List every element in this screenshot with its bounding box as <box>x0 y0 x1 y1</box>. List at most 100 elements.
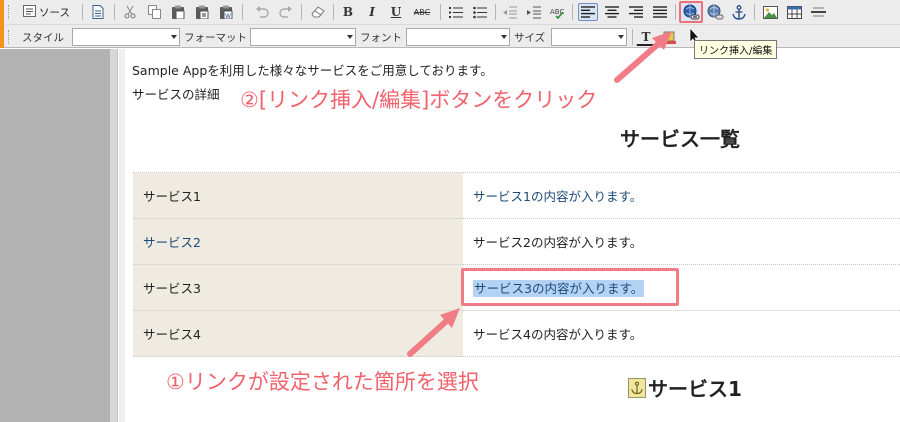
paste-word-button[interactable]: W <box>216 3 236 21</box>
undo-button[interactable] <box>252 3 272 21</box>
table-row: サービス3 サービス3の内容が入ります。 <box>133 264 900 311</box>
source-button[interactable]: ソース <box>20 3 73 21</box>
table-row: サービス4 サービス4の内容が入ります。 <box>133 310 900 357</box>
numbered-list-button[interactable] <box>446 3 466 21</box>
bulleted-list-button[interactable] <box>470 3 490 21</box>
text-color-icon: T <box>641 29 651 44</box>
align-right-icon <box>629 6 643 18</box>
undo-icon <box>256 6 269 18</box>
chevron-down-icon <box>501 35 507 39</box>
horizontal-rule-button[interactable] <box>808 3 828 21</box>
bold-button[interactable]: B <box>338 3 358 21</box>
redo-icon <box>279 6 292 18</box>
toolbar-separator <box>632 29 633 45</box>
cut-button[interactable] <box>120 3 140 21</box>
italic-button[interactable]: I <box>362 3 382 21</box>
toolbar-separator <box>301 4 302 20</box>
anchor-button[interactable] <box>729 3 749 21</box>
indent-icon <box>527 6 541 18</box>
insert-link-button[interactable] <box>679 1 703 23</box>
size-label: サイズ <box>514 32 546 44</box>
style-label: スタイル <box>22 32 64 44</box>
anchor-marker-icon[interactable] <box>628 377 646 398</box>
intro-line-1[interactable]: Sample Appを利用した様々なサービスをご用意しております。 <box>132 60 493 79</box>
selected-link-text[interactable]: サービス3の内容が入ります。 <box>473 280 645 297</box>
numbered-list-icon <box>449 6 463 18</box>
paste-button[interactable] <box>168 3 188 21</box>
service-name-cell[interactable]: サービス3 <box>133 264 463 311</box>
toolbar-separator <box>440 4 441 20</box>
step-1-annotation: ①リンクが設定された箇所を選択 <box>162 368 483 396</box>
service-name-cell[interactable]: サービス4 <box>133 310 463 357</box>
bulleted-list-icon <box>473 6 487 18</box>
underline-icon: U <box>390 5 402 19</box>
toolbar-separator <box>572 4 573 20</box>
toolbar-separator <box>114 4 115 20</box>
underline-button[interactable]: U <box>386 3 406 21</box>
service-desc-cell[interactable]: サービス4の内容が入ります。 <box>463 310 900 357</box>
format-select[interactable] <box>250 28 356 46</box>
copy-icon <box>147 5 161 19</box>
service-name-cell[interactable]: サービス1 <box>133 172 463 219</box>
service-desc-cell[interactable]: サービス2の内容が入ります。 <box>463 218 900 265</box>
service-desc-cell-selected[interactable]: サービス3の内容が入ります。 <box>463 264 900 311</box>
outdent-icon <box>503 6 517 18</box>
left-gutter-edge <box>110 49 118 422</box>
table-icon <box>786 5 802 19</box>
align-center-button[interactable] <box>602 3 622 21</box>
align-center-icon <box>605 6 619 18</box>
service-name-link[interactable]: サービス2 <box>133 218 463 265</box>
step-2-annotation: ②[リンク挿入/編集]ボタンをクリック <box>236 86 602 114</box>
text-color-button[interactable]: T <box>636 28 656 46</box>
spell-check-button[interactable]: ABC <box>548 3 568 21</box>
chevron-down-icon <box>347 35 353 39</box>
service-desc-link[interactable]: サービス1の内容が入ります。 <box>463 172 900 219</box>
paste-word-icon: W <box>220 5 233 19</box>
scissors-icon <box>124 5 136 19</box>
image-button[interactable] <box>760 3 780 21</box>
toolbar-grip <box>8 30 10 44</box>
toolbar-separator <box>82 4 83 20</box>
background-color-button[interactable] <box>660 28 680 46</box>
paste-icon <box>172 5 185 19</box>
paste-text-button[interactable] <box>192 3 212 21</box>
toolbar-accent-edge <box>0 0 4 48</box>
background-color-icon <box>663 31 676 44</box>
unlink-icon <box>707 4 723 20</box>
strikethrough-button[interactable]: ABC <box>410 3 434 21</box>
paste-text-icon <box>196 5 209 19</box>
editor-margin <box>119 49 125 422</box>
size-select[interactable] <box>551 28 627 46</box>
redo-button[interactable] <box>276 3 296 21</box>
toolbar-separator <box>495 4 496 20</box>
align-left-button[interactable] <box>578 3 598 21</box>
subsection-heading: サービス1 <box>628 373 742 402</box>
horizontal-rule-icon <box>810 7 826 17</box>
remove-format-button[interactable] <box>308 3 328 21</box>
indent-button[interactable] <box>524 3 544 21</box>
left-gutter <box>0 49 110 422</box>
unlink-button[interactable] <box>705 3 725 21</box>
toolbar-separator <box>242 4 243 20</box>
font-label: フォント <box>360 32 402 44</box>
new-page-button[interactable] <box>88 3 108 21</box>
font-select[interactable] <box>406 28 510 46</box>
chevron-down-icon <box>618 35 624 39</box>
bold-icon: B <box>342 5 354 19</box>
copy-button[interactable] <box>144 3 164 21</box>
table-button[interactable] <box>784 3 804 21</box>
toolbar-row-1: ソース W B I U ABC ABC <box>6 0 900 24</box>
outdent-button[interactable] <box>500 3 520 21</box>
spell-check-icon: ABC <box>550 8 564 19</box>
table-row: サービス1 サービス1の内容が入ります。 <box>133 172 900 219</box>
source-button-label: ソース <box>39 6 70 19</box>
align-justify-icon <box>653 6 667 18</box>
align-right-button[interactable] <box>626 3 646 21</box>
toolbar-grip <box>8 5 10 19</box>
intro-line-2-text: サービスの詳細 <box>132 87 220 102</box>
document-icon <box>92 5 104 19</box>
strikethrough-icon: ABC <box>413 7 431 17</box>
style-select[interactable] <box>72 28 180 46</box>
align-justify-button[interactable] <box>650 3 670 21</box>
italic-icon: I <box>369 5 375 19</box>
